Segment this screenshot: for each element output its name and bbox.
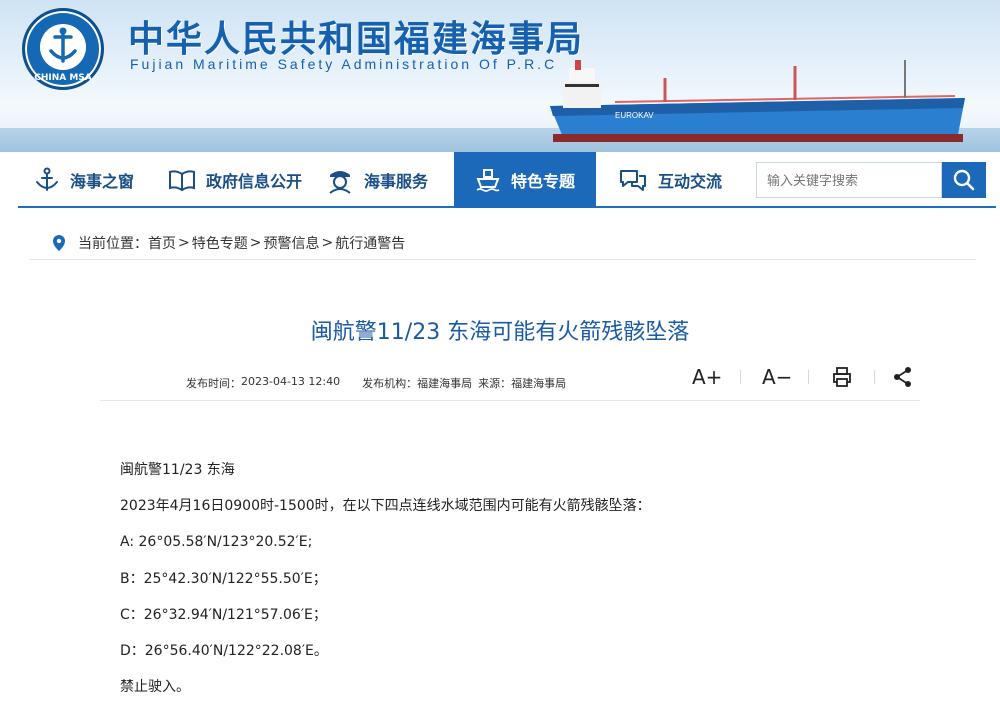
nav-item-interaction[interactable]: 互动交流 — [618, 152, 722, 208]
nav-label: 海事之窗 — [70, 172, 135, 191]
nav-label: 互动交流 — [658, 172, 723, 191]
site-subtitle: Fujian Maritime Safety Administration Of… — [130, 56, 558, 72]
site-title: 中华人民共和国福建海事局 — [128, 18, 585, 60]
article-paragraph: 禁止驶入。 — [120, 679, 190, 696]
site-banner: CHINA MSA 中华人民共和国福建海事局 Fujian Maritime S… — [0, 0, 1000, 152]
article-meta: 发布时间： 2023-04-13 12:40 发布机构： 福建海事局 来源： 福建海事… — [186, 375, 566, 391]
article-title: 闽航警11/23 东海可能有火箭残骸坠落 — [310, 320, 690, 345]
nav-label: 特色专题 — [510, 172, 575, 191]
nav-label: 政府信息公开 — [206, 172, 303, 191]
share-icon — [894, 367, 911, 387]
coordinate-point-c: C：26°32.94′N/121°57.06′E； — [120, 606, 327, 623]
publish-time: 2023-04-13 12:40 — [241, 375, 341, 388]
article-tools: A+ A− — [690, 362, 916, 392]
breadcrumb: 当前位置： 首页 > 特色专题 > 预警信息 > 航行通警告 — [30, 226, 976, 260]
printer-icon — [833, 367, 851, 387]
search-icon — [953, 169, 975, 191]
location-pin-icon — [53, 234, 65, 251]
article-divider — [100, 400, 920, 401]
article-body: 闽航警11/23 东海 2023年4月16日0900时-1500时，在以下四点连… — [120, 460, 940, 704]
coordinate-point-b: B：25°42.30′N/122°55.50′E； — [120, 570, 327, 587]
anchor-icon — [36, 167, 58, 191]
breadcrumb-separator: > — [321, 234, 334, 251]
ship-name: EUROKAV — [615, 111, 654, 120]
nav-item-special-topics[interactable]: 特色专题 — [454, 152, 596, 208]
publish-org-label: 发布机构： — [362, 377, 418, 390]
nav-label: 海事服务 — [364, 172, 429, 191]
source: 福建海事局 — [511, 377, 567, 390]
main-navigation: 海事之窗 政府信息公开 海事服务 特色专题 互动交流 — [18, 152, 996, 208]
nav-item-haishi-window[interactable]: 海事之窗 — [34, 152, 134, 208]
breadcrumb-home[interactable]: 首页 — [148, 233, 176, 253]
chat-bubbles-icon — [620, 170, 646, 191]
font-decrease-button[interactable]: A− — [762, 362, 792, 392]
search-button[interactable] — [942, 162, 986, 198]
breadcrumb-separator: > — [249, 234, 262, 251]
publish-org: 福建海事局 — [417, 377, 473, 390]
search-input[interactable] — [756, 162, 942, 198]
source-label: 来源： — [478, 377, 512, 390]
article-paragraph: 2023年4月16日0900时-1500时，在以下四点连线水域范围内可能有火箭残… — [120, 498, 651, 515]
officer-icon — [329, 171, 351, 194]
breadcrumb-separator: > — [178, 234, 190, 251]
print-button[interactable] — [832, 362, 852, 392]
ship-icon — [476, 169, 500, 192]
book-icon — [169, 170, 195, 192]
logo-text: CHINA MSA — [34, 73, 92, 83]
nav-item-haishi-service[interactable]: 海事服务 — [326, 152, 428, 208]
breadcrumb-special-topics[interactable]: 特色专题 — [192, 233, 248, 253]
article-paragraph: 闽航警11/23 东海 — [120, 462, 235, 478]
breadcrumb-prefix: 当前位置： — [78, 235, 148, 252]
breadcrumb-nav-warnings[interactable]: 航行通警告 — [335, 233, 405, 253]
coordinate-point-d: D：26°56.40′N/122°22.08′E。 — [120, 642, 328, 659]
nav-item-gov-info[interactable]: 政府信息公开 — [168, 152, 302, 208]
coordinate-point-a: A: 26°05.58′N/123°20.52′E; — [120, 534, 313, 551]
breadcrumb-warnings[interactable]: 预警信息 — [263, 233, 319, 253]
china-msa-logo[interactable]: CHINA MSA — [22, 8, 104, 90]
publish-time-label: 发布时间： — [186, 377, 241, 390]
font-increase-button[interactable]: A+ — [692, 362, 722, 392]
tanker-ship-image: EUROKAV — [550, 60, 965, 142]
share-button[interactable] — [892, 362, 914, 392]
